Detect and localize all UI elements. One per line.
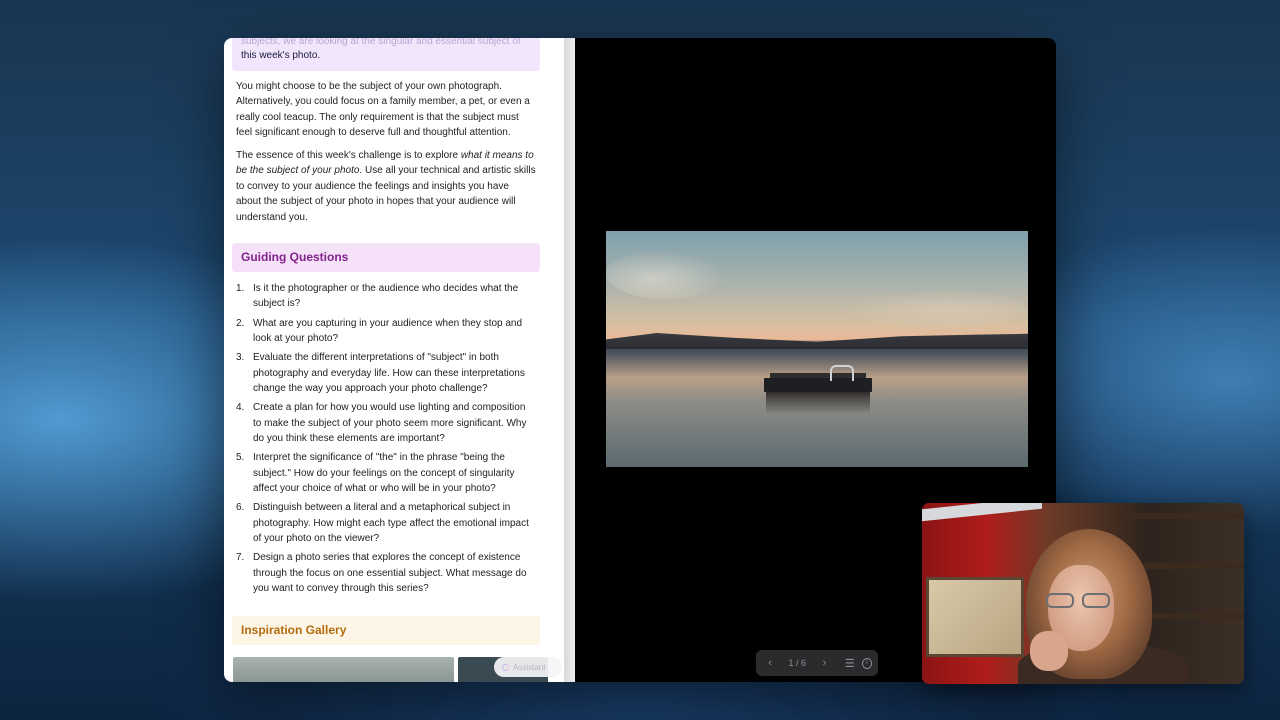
info-icon[interactable]: i: [861, 657, 873, 669]
paragraph-challenge: The essence of this week's challenge is …: [236, 148, 536, 225]
bookshelf: [1136, 613, 1244, 619]
assistant-label: Assistant: [513, 662, 546, 672]
pane-divider[interactable]: [564, 38, 575, 682]
person-hand: [1030, 631, 1068, 671]
chevron-right-icon[interactable]: ›: [816, 657, 832, 669]
list-item-text: Distinguish between a literal and a meta…: [253, 502, 529, 545]
callout-text: this week's photo.: [241, 50, 321, 61]
list-item: 2. What are you capturing in your audienc…: [236, 316, 536, 347]
bookshelf: [1122, 513, 1244, 519]
assistant-icon: [502, 663, 509, 671]
webcam-overlay: [922, 503, 1244, 684]
list-item-number: 3.: [236, 352, 245, 364]
list-item-text: Evaluate the different interpretations o…: [253, 352, 525, 395]
callout-box: subjects, we are looking at the singular…: [232, 38, 540, 71]
list-item-text: Create a plan for how you would use ligh…: [253, 402, 527, 445]
viewer-toolbar: ‹ 1 / 6 › ☰ i: [756, 650, 878, 676]
hills: [606, 333, 1028, 349]
dock-reflection: [766, 392, 870, 414]
callout-faded-text: subjects, we are looking at the singular…: [241, 38, 521, 47]
bookshelf: [1132, 563, 1244, 569]
list-item: 1. Is it the photographer or the audience…: [236, 281, 536, 312]
chevron-left-icon[interactable]: ‹: [762, 657, 778, 669]
assistant-button[interactable]: Assistant: [494, 657, 562, 677]
guiding-questions-heading: Guiding Questions: [232, 243, 540, 272]
list-item: 7. Design a photo series that explores th…: [236, 550, 536, 596]
dock-ladder: [830, 365, 854, 381]
gallery-thumbnail[interactable]: [233, 657, 454, 682]
list-icon[interactable]: ☰: [842, 657, 858, 670]
list-item-number: 5.: [236, 452, 245, 464]
list-item-number: 2.: [236, 317, 245, 329]
wall-map: [926, 577, 1024, 657]
list-item: 5. Interpret the significance of "the" in…: [236, 450, 536, 496]
paragraph-challenge-start: The essence of this week's challenge is …: [236, 150, 461, 161]
list-item-number: 1.: [236, 283, 245, 294]
list-item-number: 4.: [236, 402, 245, 414]
cloud: [836, 289, 1026, 329]
document-pane[interactable]: subjects, we are looking at the singular…: [224, 38, 564, 682]
inspiration-gallery-heading: Inspiration Gallery: [232, 616, 540, 645]
list-item-text: What are you capturing in your audience …: [253, 317, 523, 345]
list-item-text: Design a photo series that explores the …: [253, 552, 527, 595]
lake-sunset-photo[interactable]: [606, 231, 1028, 467]
list-item: 6. Distinguish between a literal and a me…: [236, 500, 536, 546]
paragraph-subject-choice: You might choose to be the subject of yo…: [236, 81, 530, 139]
list-item: 4. Create a plan for how you would use li…: [236, 400, 536, 446]
cloud: [606, 249, 726, 299]
ceiling-light: [922, 503, 1042, 522]
list-item-text: Interpret the significance of "the" in t…: [253, 452, 515, 495]
floating-dock: [764, 378, 872, 392]
page-indicator: 1 / 6: [788, 658, 807, 668]
list-item-text: Is it the photographer or the audience w…: [253, 283, 519, 310]
list-item-number: 7.: [236, 552, 245, 564]
list-item-number: 6.: [236, 502, 245, 514]
list-item: 3. Evaluate the different interpretations…: [236, 350, 536, 396]
glasses: [1042, 593, 1120, 609]
guiding-questions-list: 1. Is it the photographer or the audience…: [236, 281, 536, 600]
